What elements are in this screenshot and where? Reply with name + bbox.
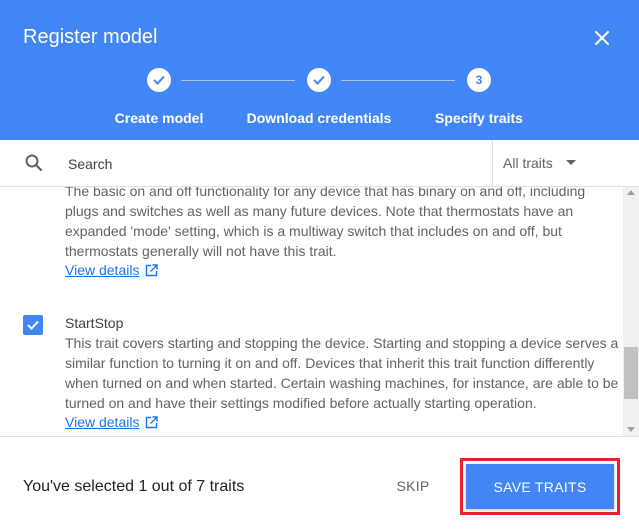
step-label-create-model: Create model xyxy=(114,110,204,126)
view-details-label: View details xyxy=(65,262,140,278)
scrollbar[interactable] xyxy=(623,187,639,436)
check-icon xyxy=(27,320,39,330)
traits-filter-dropdown[interactable]: All traits xyxy=(492,140,639,186)
step-2-check-icon xyxy=(307,68,331,92)
filter-selected-value: All traits xyxy=(503,155,553,171)
close-icon xyxy=(595,31,609,45)
trait-list: The basic on and off functionality for a… xyxy=(0,187,639,436)
dialog-header: Register model 3 Create model Download c… xyxy=(0,0,639,140)
view-details-link-startstop[interactable]: View details xyxy=(65,414,159,430)
scroll-down-arrow-icon[interactable] xyxy=(627,427,635,432)
search-icon xyxy=(25,154,43,172)
close-button[interactable] xyxy=(588,24,616,52)
view-details-link-onoff[interactable]: View details xyxy=(65,262,159,278)
view-details-label: View details xyxy=(65,414,140,430)
trait-name-startstop: StartStop xyxy=(65,315,124,331)
trait-description-startstop: This trait covers starting and stopping … xyxy=(65,335,619,411)
step-connector-2 xyxy=(341,80,455,81)
dialog-title: Register model xyxy=(23,26,158,48)
selection-count-text: You've selected 1 out of 7 traits xyxy=(23,478,245,495)
dialog-footer: You've selected 1 out of 7 traits SKIP S… xyxy=(0,436,639,532)
trait-checkbox-startstop[interactable] xyxy=(23,315,43,335)
skip-button[interactable]: SKIP xyxy=(384,473,442,499)
step-1-check-icon xyxy=(147,68,171,92)
scrollbar-thumb[interactable] xyxy=(624,347,638,399)
chevron-down-icon xyxy=(566,160,576,165)
step-connector-1 xyxy=(181,80,295,81)
scroll-up-arrow-icon[interactable] xyxy=(627,190,635,195)
external-link-icon xyxy=(146,415,159,428)
save-traits-button[interactable]: SAVE TRAITS xyxy=(466,464,614,509)
search-bar: All traits xyxy=(0,140,639,187)
step-label-download-credentials: Download credentials xyxy=(246,110,392,126)
external-link-icon xyxy=(146,263,159,276)
step-3-number: 3 xyxy=(467,68,491,92)
trait-description-onoff: The basic on and off functionality for a… xyxy=(65,187,586,259)
step-label-specify-traits: Specify traits xyxy=(435,110,523,126)
search-input[interactable] xyxy=(66,148,480,180)
